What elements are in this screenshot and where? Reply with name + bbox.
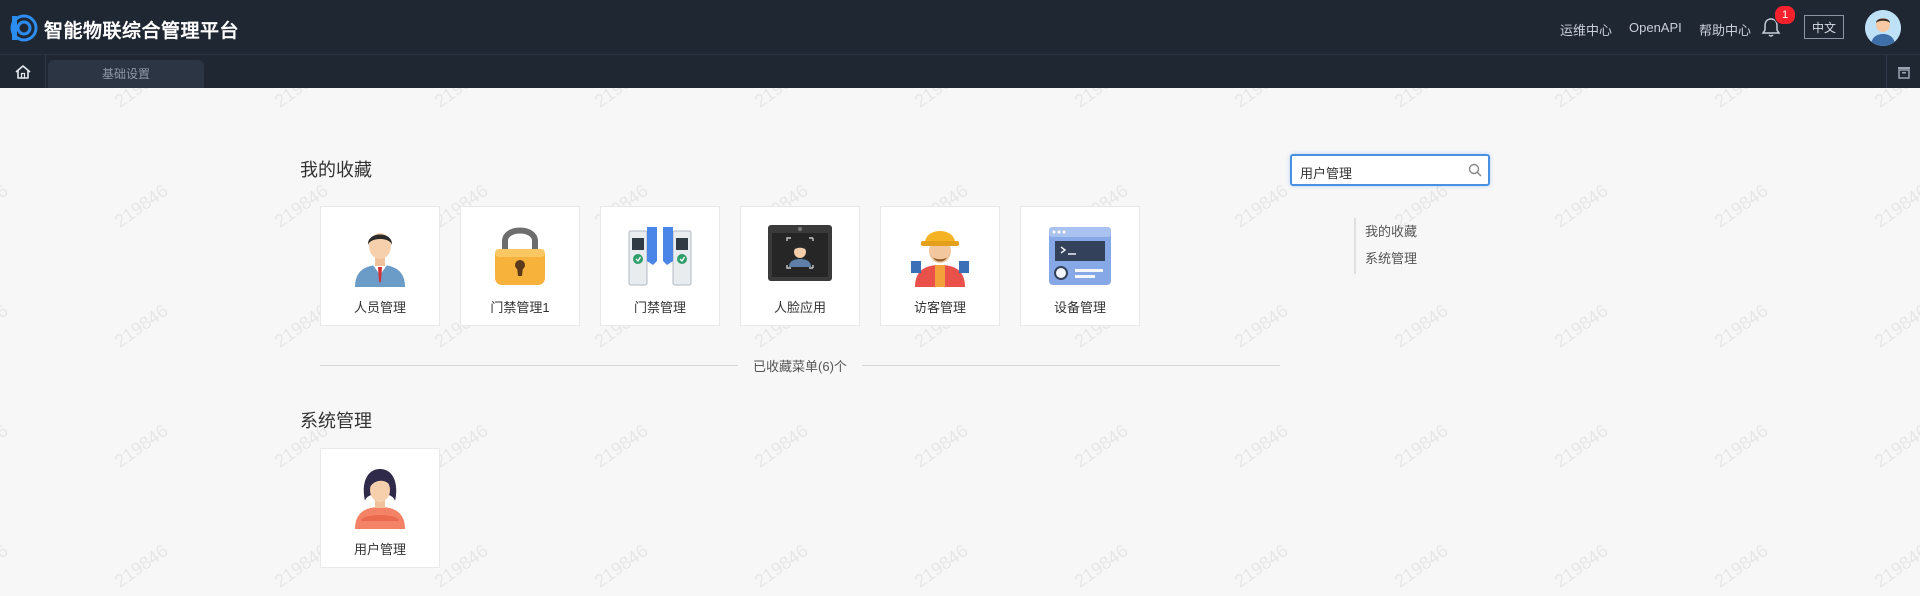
favorite-card-visitor-management[interactable]: 访客管理 xyxy=(880,206,1000,326)
watermark-text: 219846 xyxy=(1871,180,1920,231)
logo-icon xyxy=(10,14,38,42)
watermark-text: 219846 xyxy=(111,300,172,351)
menu-search-box[interactable] xyxy=(1290,154,1490,186)
watermark-text: 219846 xyxy=(751,540,812,591)
watermark-text: 219846 xyxy=(111,88,172,111)
favorites-count-text: 已收藏菜单(6)个 xyxy=(753,359,847,374)
notification-badge: 1 xyxy=(1774,5,1796,25)
tab-basic-settings[interactable]: 基础设置 xyxy=(48,60,204,88)
anchor-nav: 我的收藏 系统管理 xyxy=(1354,218,1446,274)
menu-search-input[interactable] xyxy=(1298,160,1462,184)
watermark-text: 219846 xyxy=(1711,180,1772,231)
trash-icon xyxy=(1898,67,1910,79)
search-icon[interactable] xyxy=(1468,163,1482,177)
watermark-text: 219846 xyxy=(1871,88,1920,111)
device-icon xyxy=(1049,227,1111,285)
card-label: 门禁管理 xyxy=(633,300,686,315)
language-switch-button[interactable]: 中文 xyxy=(1804,15,1844,39)
watermark-text: 219846 xyxy=(591,88,652,111)
watermark-text: 219846 xyxy=(1071,420,1132,471)
divider-left xyxy=(320,365,738,366)
watermark-text: 219846 xyxy=(1231,300,1292,351)
watermark: 219846 219846 219846 219846 219846 219846 2198… xyxy=(0,88,1920,596)
watermark-text: 219846 xyxy=(111,420,172,471)
system-section-title: 系统管理 xyxy=(300,411,372,431)
ops-center-link[interactable]: 运维中心 xyxy=(1560,20,1612,39)
watermark-text: 219846 xyxy=(0,180,12,231)
watermark-text: 219846 xyxy=(591,540,652,591)
app-title: 智能物联综合管理平台 xyxy=(44,21,240,42)
person-manager-icon xyxy=(355,233,405,287)
watermark-text: 219846 xyxy=(911,88,972,111)
system-card-user-management[interactable]: 用户管理 xyxy=(320,448,440,568)
watermark-text: 219846 xyxy=(591,420,652,471)
user-avatar[interactable] xyxy=(1865,10,1901,46)
card-label: 门禁管理1 xyxy=(490,300,550,315)
watermark-text: 219846 xyxy=(1711,300,1772,351)
watermark-text: 219846 xyxy=(1071,540,1132,591)
turnstile-icon xyxy=(628,227,692,286)
tab-bar: 基础设置 xyxy=(0,55,1920,88)
avatar-icon xyxy=(1865,10,1901,46)
watermark-text: 219846 xyxy=(1391,540,1452,591)
watermark-text: 219846 xyxy=(0,88,12,111)
anchor-favorites[interactable]: 我的收藏 xyxy=(1356,218,1446,245)
watermark-text: 219846 xyxy=(1871,540,1920,591)
padlock-icon xyxy=(495,227,545,285)
favorite-card-face-application[interactable]: 人脸应用 xyxy=(740,206,860,326)
card-label: 用户管理 xyxy=(353,542,406,557)
favorite-card-access-control[interactable]: 门禁管理 xyxy=(600,206,720,326)
card-label: 人脸应用 xyxy=(773,300,826,315)
card-label: 人员管理 xyxy=(353,300,406,315)
watermark-text: 219846 xyxy=(1551,540,1612,591)
watermark-text: 219846 xyxy=(1871,300,1920,351)
watermark-text: 219846 xyxy=(1871,420,1920,471)
watermark-text: 219846 xyxy=(1551,88,1612,111)
home-icon xyxy=(15,65,31,79)
watermark-text: 219846 xyxy=(1231,420,1292,471)
watermark-text: 219846 xyxy=(1711,540,1772,591)
favorite-card-device-management[interactable]: 设备管理 xyxy=(1020,206,1140,326)
watermark-text: 219846 xyxy=(1231,180,1292,231)
watermark-text: 219846 xyxy=(0,300,12,351)
watermark-text: 219846 xyxy=(111,180,172,231)
watermark-text: 219846 xyxy=(911,540,972,591)
watermark-text: 219846 xyxy=(1551,180,1612,231)
watermark-text: 219846 xyxy=(271,88,332,111)
openapi-link[interactable]: OpenAPI xyxy=(1629,20,1682,35)
home-tab[interactable] xyxy=(0,55,46,88)
watermark-text: 219846 xyxy=(751,88,812,111)
watermark-text: 219846 xyxy=(1711,88,1772,111)
visitor-icon xyxy=(911,231,969,287)
favorite-card-access-control-1[interactable]: 门禁管理1 xyxy=(460,206,580,326)
card-label: 访客管理 xyxy=(913,300,966,315)
favorites-section-title: 我的收藏 xyxy=(300,160,372,180)
anchor-system[interactable]: 系统管理 xyxy=(1356,245,1446,272)
watermark-text: 219846 xyxy=(1391,420,1452,471)
watermark-text: 219846 xyxy=(0,420,12,471)
top-header: 智能物联综合管理平台 运维中心 OpenAPI 帮助中心 1 中文 xyxy=(0,0,1920,55)
watermark-text: 219846 xyxy=(0,540,12,591)
watermark-text: 219846 xyxy=(1231,88,1292,111)
watermark-text: 219846 xyxy=(1551,300,1612,351)
face-terminal-icon xyxy=(768,225,832,281)
watermark-text: 219846 xyxy=(431,88,492,111)
watermark-text: 219846 xyxy=(1551,420,1612,471)
user-manager-icon xyxy=(355,469,405,529)
watermark-text: 219846 xyxy=(1391,300,1452,351)
watermark-text: 219846 xyxy=(1711,420,1772,471)
watermark-text: 219846 xyxy=(751,420,812,471)
watermark-text: 219846 xyxy=(1071,88,1132,111)
clear-tabs-button[interactable] xyxy=(1886,55,1920,88)
watermark-text: 219846 xyxy=(911,420,972,471)
divider-right xyxy=(862,365,1280,366)
watermark-text: 219846 xyxy=(1231,540,1292,591)
help-center-link[interactable]: 帮助中心 xyxy=(1699,20,1751,39)
watermark-text: 219846 xyxy=(1391,88,1452,111)
watermark-text: 219846 xyxy=(111,540,172,591)
favorite-card-person-management[interactable]: 人员管理 xyxy=(320,206,440,326)
card-label: 设备管理 xyxy=(1053,300,1106,315)
